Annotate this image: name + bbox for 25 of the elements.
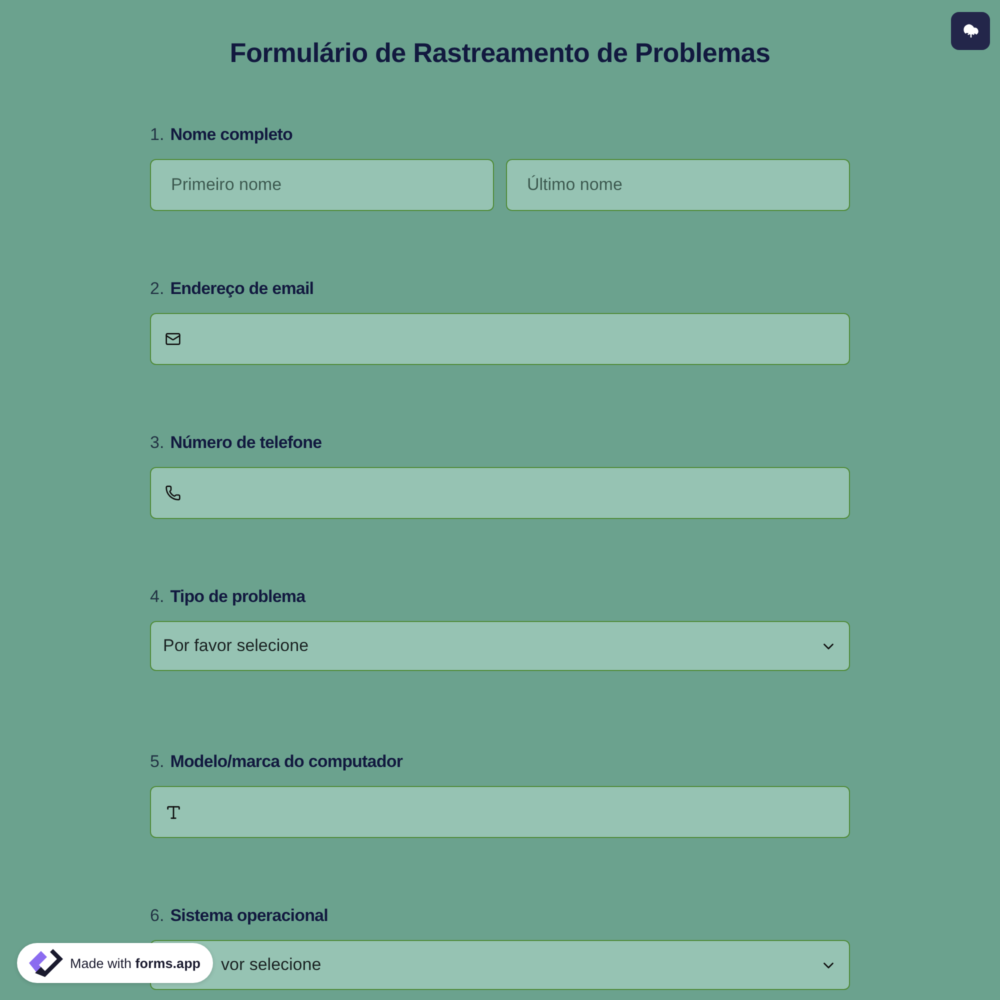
question-number: 3. [150, 433, 164, 453]
question-number: 6. [150, 906, 164, 926]
form-title: Formulário de Rastreamento de Problemas [230, 38, 770, 69]
select-field[interactable]: Por favor selecione [150, 621, 850, 671]
question-number: 4. [150, 587, 164, 607]
question-label: Número de telefone [170, 433, 322, 453]
cloud-upload-icon [962, 23, 978, 39]
question-number: 1. [150, 125, 164, 145]
question-number: 5. [150, 752, 164, 772]
input-field[interactable] [150, 467, 850, 519]
phone-icon [165, 485, 181, 501]
text-icon [165, 804, 182, 820]
question-number: 2. [150, 279, 164, 299]
question-label: Endereço de email [170, 279, 314, 299]
made-with-badge[interactable]: Made with forms.app [17, 943, 213, 983]
input-field[interactable]: Primeiro nome [150, 159, 494, 211]
upload-button[interactable] [951, 12, 990, 50]
input-field[interactable]: Último nome [506, 159, 850, 211]
question-label: Nome completo [170, 125, 293, 145]
input-field[interactable] [150, 313, 850, 365]
mail-icon [165, 331, 181, 347]
question-label: Tipo de problema [170, 587, 306, 607]
input-field[interactable] [150, 786, 850, 838]
question-label: Sistema operacional [170, 906, 328, 926]
question-label: Modelo/marca do computador [170, 752, 403, 772]
